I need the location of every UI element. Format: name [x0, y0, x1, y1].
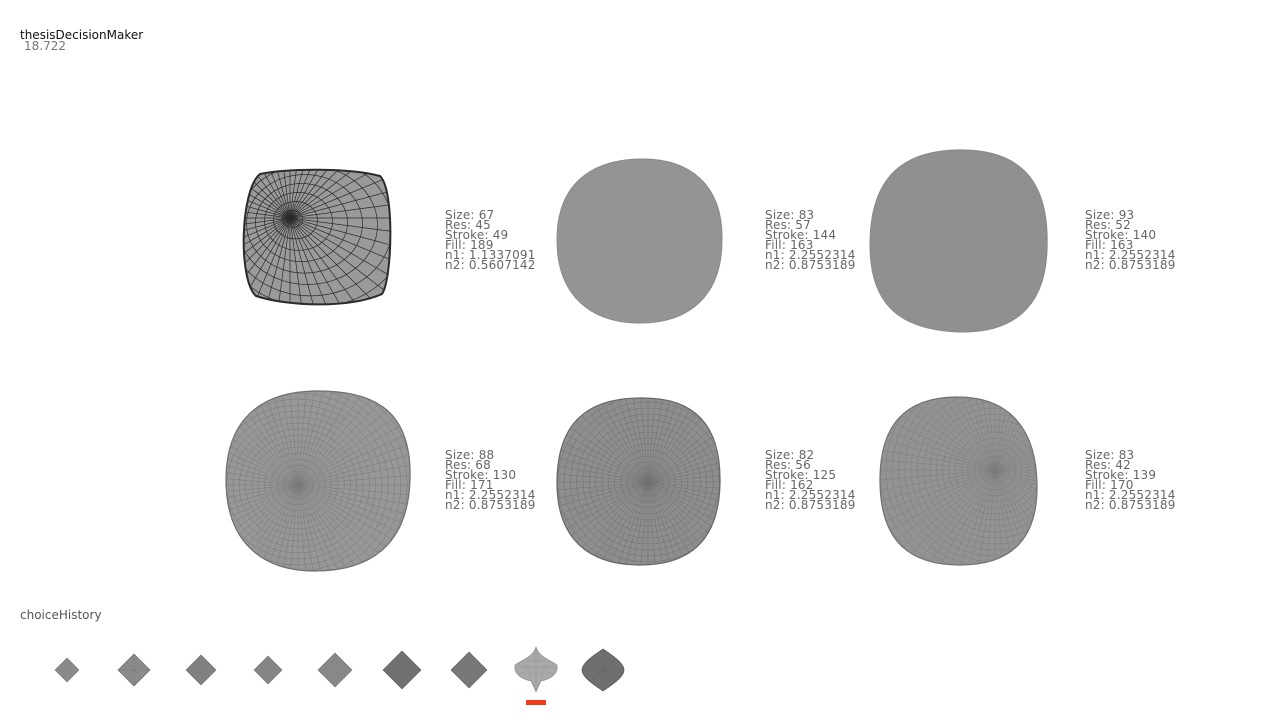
- frame-rate-readout: 18.722: [24, 39, 66, 53]
- diamond-shape-icon: [54, 657, 80, 683]
- spiky-mesh-shape-icon: [514, 645, 558, 693]
- candidate-shape-1[interactable]: Size: 67 Res: 45 Stroke: 49 Fill: 189 n1…: [220, 130, 540, 350]
- history-thumb-7[interactable]: [444, 645, 494, 695]
- history-selection-marker: [526, 700, 546, 705]
- candidate-shape-3[interactable]: Size: 93 Res: 52 Stroke: 140 Fill: 163 n…: [860, 130, 1180, 350]
- stat-n2: n2: 0.8753189: [1085, 258, 1176, 272]
- candidate-shape-4[interactable]: Size: 88 Res: 68 Stroke: 130 Fill: 171 n…: [220, 370, 540, 590]
- diamond-shape-icon: [317, 652, 353, 688]
- stat-n2: n2: 0.8753189: [765, 258, 856, 272]
- diamond-shape-icon: [382, 650, 422, 690]
- history-thumb-1[interactable]: [42, 645, 92, 695]
- history-thumb-4[interactable]: [243, 645, 293, 695]
- mesh-superformula-shape: [225, 390, 411, 572]
- diamond-shape-icon: [450, 651, 488, 689]
- solid-superformula-shape: [556, 158, 723, 324]
- history-thumb-2[interactable]: [109, 645, 159, 695]
- choice-history-label: choiceHistory: [20, 608, 102, 622]
- history-thumb-3[interactable]: [176, 645, 226, 695]
- history-thumb-9[interactable]: [578, 645, 628, 695]
- diamond-shape-icon: [185, 654, 217, 686]
- mesh-superformula-shape: [879, 396, 1038, 566]
- candidate-shape-5[interactable]: Size: 82 Res: 56 Stroke: 125 Fill: 162 n…: [540, 370, 860, 590]
- history-thumb-5[interactable]: [310, 645, 360, 695]
- rounded-diamond-shape-icon: [581, 648, 625, 692]
- diamond-shape-icon: [253, 655, 283, 685]
- solid-superformula-shape: [869, 149, 1048, 333]
- mesh-superformula-shape: [556, 397, 721, 566]
- stat-n2: n2: 0.8753189: [1085, 498, 1176, 512]
- wireframe-superformula-shape: [242, 168, 392, 306]
- history-thumb-8-selected[interactable]: [511, 645, 561, 695]
- diamond-mesh-icon: [117, 653, 151, 687]
- candidate-shape-2[interactable]: Size: 83 Res: 57 Stroke: 144 Fill: 163 n…: [540, 130, 860, 350]
- candidate-shape-6[interactable]: Size: 83 Res: 42 Stroke: 139 Fill: 170 n…: [860, 370, 1180, 590]
- stat-n2: n2: 0.8753189: [445, 498, 536, 512]
- stat-n2: n2: 0.8753189: [765, 498, 856, 512]
- history-thumb-6[interactable]: [377, 645, 427, 695]
- stat-n2: n2: 0.5607142: [445, 258, 536, 272]
